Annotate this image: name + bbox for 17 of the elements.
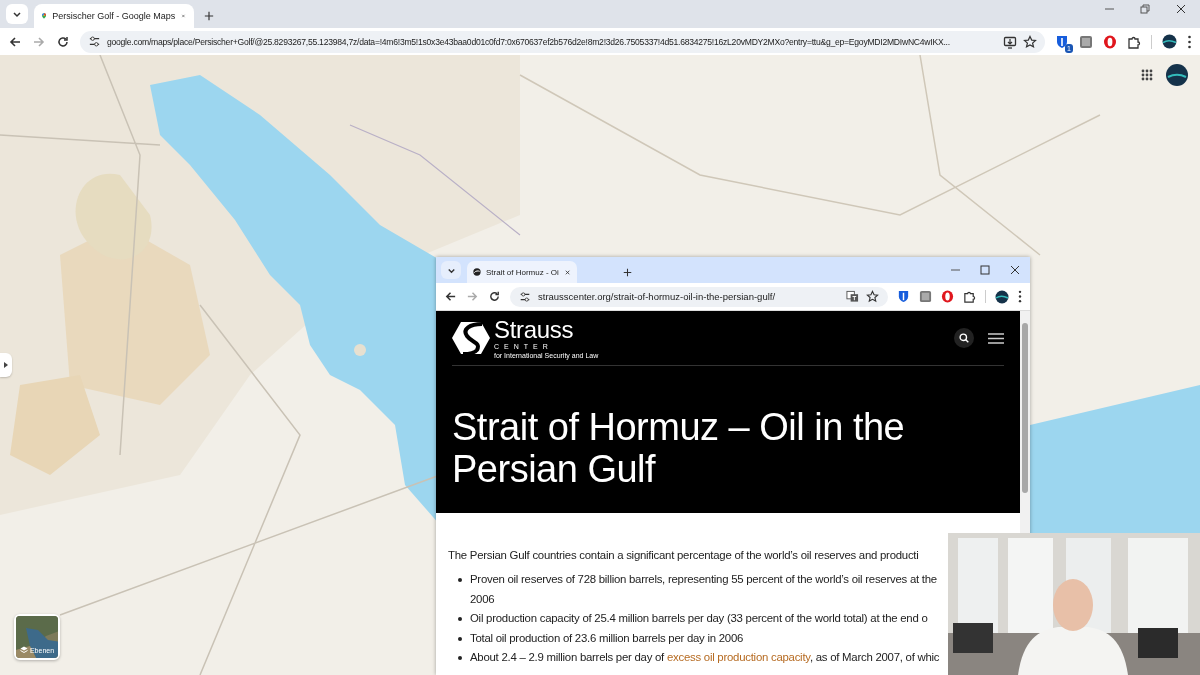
- opera-icon[interactable]: [1103, 34, 1117, 49]
- menu-icon[interactable]: [1187, 34, 1192, 49]
- site-info-icon[interactable]: [88, 35, 101, 48]
- shield-icon[interactable]: [1055, 34, 1069, 49]
- close-icon[interactable]: [1176, 4, 1186, 14]
- extension-icon[interactable]: [1079, 34, 1093, 49]
- restore-icon[interactable]: [1140, 4, 1150, 14]
- back-icon[interactable]: [8, 34, 22, 49]
- browser-tab[interactable]: Persischer Golf - Google Maps: [34, 4, 194, 28]
- tab-list-button[interactable]: [6, 4, 28, 24]
- address-bar[interactable]: google.com/maps/place/Persischer+Golf/@25.8293267,55.123984,7z/data=!4m6!3m5!1s0x3e43baa0d01c0fd7:0x670637ef2b576d2e!8m2!3d26.7505337!4d51.6834275!16zL20vMDY2MXo?entry=ttu&g_ep=EgoyMDI2MDIwNC4wIKX...: [80, 30, 1045, 53]
- new-tab-icon[interactable]: [204, 11, 214, 21]
- install-icon[interactable]: [1003, 34, 1017, 49]
- reload-icon[interactable]: [56, 34, 70, 49]
- puzzle-icon[interactable]: [1127, 34, 1141, 49]
- avatar-icon[interactable]: [1162, 34, 1177, 49]
- star-icon[interactable]: [1023, 34, 1037, 49]
